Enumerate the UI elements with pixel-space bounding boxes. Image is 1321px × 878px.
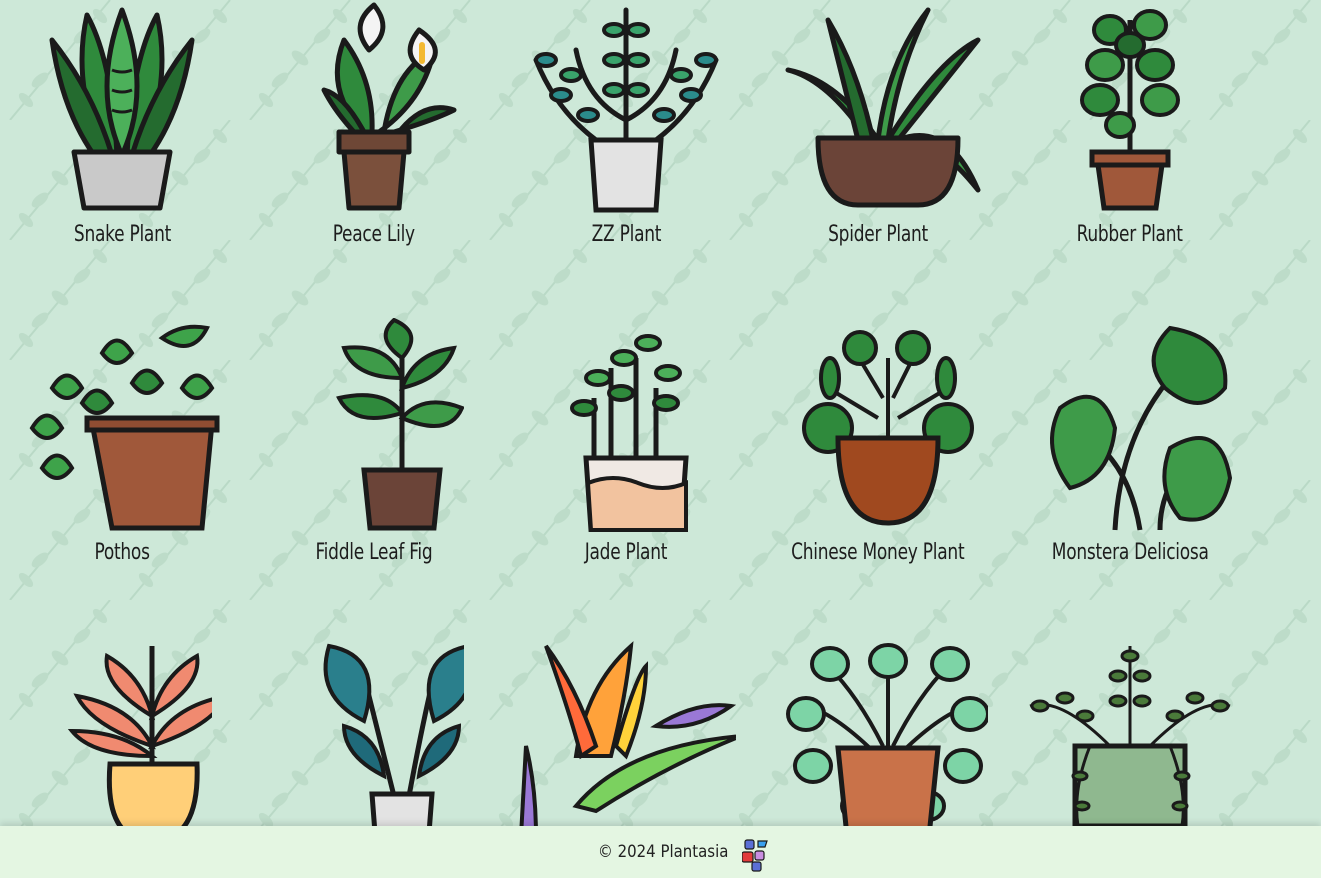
plant-card-zz-plant[interactable]: ZZ Plant <box>506 0 746 260</box>
plant-grid: Snake Plant Peace Lily ZZ Plant Spider P… <box>0 0 1321 826</box>
plant-name: Snake Plant <box>73 222 171 247</box>
plant-card-jade-plant[interactable]: Jade Plant <box>506 318 746 578</box>
plant-card-calathea-blue[interactable] <box>254 636 494 826</box>
bird-of-paradise-icon <box>519 641 736 826</box>
plant-card-pothos[interactable]: Pothos <box>2 318 242 578</box>
pothos-icon <box>29 324 220 531</box>
plant-name: ZZ Plant <box>591 222 661 247</box>
plant-card-spider-plant[interactable]: Spider Plant <box>758 0 998 260</box>
chinese-money-plant-icon <box>802 330 974 526</box>
plant-name: Spider Plant <box>828 222 928 247</box>
plant-card-chinese-money-plant[interactable]: Chinese Money Plant <box>758 318 998 578</box>
plant-card-fiddle-leaf-fig[interactable]: Fiddle Leaf Fig <box>254 318 494 578</box>
rubber-plant-icon <box>1080 9 1180 211</box>
peace-lily-icon <box>321 2 457 211</box>
plant-card-pilea-mint[interactable] <box>758 636 998 826</box>
plant-name: Jade Plant <box>584 540 668 565</box>
plant-card-peace-lily[interactable]: Peace Lily <box>254 0 494 260</box>
plant-name: Chinese Money Plant <box>791 540 965 565</box>
social-media-icon[interactable] <box>741 838 772 876</box>
fiddle-leaf-fig-icon <box>336 318 464 531</box>
plant-card-monstera-deliciosa[interactable]: Monstera Deliciosa <box>1010 318 1250 578</box>
plant-name: Monstera Deliciosa <box>1051 540 1209 565</box>
calathea-red-icon <box>67 646 212 826</box>
plant-name: Rubber Plant <box>1076 222 1184 247</box>
plant-card-snake-plant[interactable]: Snake Plant <box>2 0 242 260</box>
spider-plant-icon <box>785 7 981 208</box>
plant-card-bird-of-paradise[interactable] <box>506 636 746 826</box>
snake-plant-icon <box>49 7 195 211</box>
copyright-text: © 2024 Plantasia <box>598 842 729 862</box>
trailing-vine-icon <box>1029 646 1231 826</box>
plant-card-calathea-red[interactable] <box>2 636 242 826</box>
plant-name: Pothos <box>94 540 150 565</box>
monstera-icon <box>1050 325 1233 531</box>
zz-plant-icon <box>533 7 719 213</box>
calathea-blue-icon <box>323 643 464 826</box>
pilea-mint-icon <box>786 643 988 826</box>
plant-card-rubber-plant[interactable]: Rubber Plant <box>1010 0 1250 260</box>
plant-name: Peace Lily <box>332 222 416 247</box>
footer: © 2024 Plantasia <box>0 826 1321 878</box>
plant-name: Fiddle Leaf Fig <box>315 540 433 565</box>
plant-card-trailing-vine[interactable] <box>1010 636 1250 826</box>
jade-plant-icon <box>570 334 689 532</box>
